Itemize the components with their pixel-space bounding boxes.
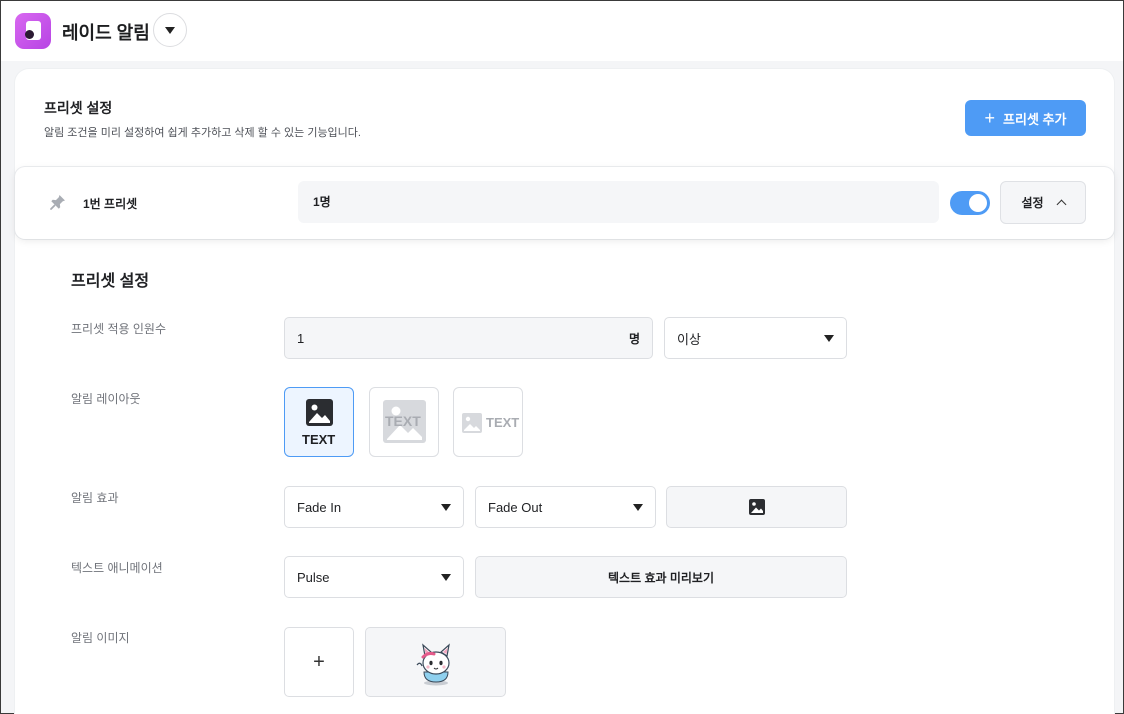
caret-down-icon xyxy=(633,503,643,511)
effect-in-select[interactable]: Fade In xyxy=(284,486,464,528)
add-preset-button[interactable]: + 프리셋 추가 xyxy=(965,100,1086,136)
layout-option-text-over-image[interactable]: TEXT xyxy=(369,387,439,457)
text-animation-label: 텍스트 애니메이션 xyxy=(71,561,163,575)
layout-option-image-above-text[interactable]: TEXT xyxy=(284,387,354,457)
app-header: 레이드 알림 xyxy=(1,1,1123,61)
pin-icon[interactable] xyxy=(49,193,67,211)
count-input[interactable]: 1 명 xyxy=(284,317,653,359)
comparator-select[interactable]: 이상 xyxy=(664,317,847,359)
layout-option-text: TEXT xyxy=(385,413,421,429)
cat-mascot-image xyxy=(416,643,450,686)
alert-image-thumbnail[interactable] xyxy=(365,627,506,697)
text-animation-value: Pulse xyxy=(297,569,330,585)
count-label: 프리셋 적용 인원수 xyxy=(71,322,166,336)
preset-enabled-toggle[interactable] xyxy=(950,191,990,215)
layout-option-image-beside-text[interactable]: TEXT xyxy=(453,387,523,457)
effect-preview-button[interactable] xyxy=(666,486,847,528)
text-animation-select[interactable]: Pulse xyxy=(284,556,464,598)
user-card-icon xyxy=(15,13,51,49)
caret-down-icon xyxy=(441,573,451,581)
caret-down-icon xyxy=(441,503,451,511)
text-effect-preview-button[interactable]: 텍스트 효과 미리보기 xyxy=(475,556,847,598)
section-description: 알림 조건을 미리 설정하여 쉽게 추가하고 삭제 할 수 있는 기능입니다. xyxy=(44,127,361,139)
count-value: 1 xyxy=(297,330,305,346)
image-icon xyxy=(462,413,482,433)
count-unit: 명 xyxy=(628,331,640,346)
caret-down-icon xyxy=(165,26,175,34)
preset-name: 1번 프리셋 xyxy=(83,197,138,211)
preset-count-summary: 1명 xyxy=(298,181,939,223)
layout-option-text: TEXT xyxy=(486,415,520,430)
preset-settings-card: 프리셋 설정 알림 조건을 미리 설정하여 쉽게 추가하고 삭제 할 수 있는 … xyxy=(15,69,1114,714)
caret-down-icon xyxy=(824,334,834,342)
effect-in-value: Fade In xyxy=(297,499,342,515)
image-preview-icon xyxy=(748,499,765,515)
image-icon xyxy=(306,399,333,426)
section-title: 프리셋 설정 xyxy=(44,100,113,116)
layout-label: 알림 레이아웃 xyxy=(71,392,141,406)
form-title: 프리셋 설정 xyxy=(71,273,150,290)
plus-icon: + xyxy=(984,108,996,128)
add-image-button[interactable]: + xyxy=(284,627,354,697)
effect-out-select[interactable]: Fade Out xyxy=(475,486,656,528)
preset-settings-button[interactable]: 설정 xyxy=(1000,181,1086,224)
comparator-value: 이상 xyxy=(677,331,701,347)
app-title: 레이드 알림 xyxy=(62,23,150,43)
toggle-knob xyxy=(969,194,987,212)
add-preset-label: 프리셋 추가 xyxy=(1003,111,1067,127)
effect-out-value: Fade Out xyxy=(488,499,543,515)
effect-label: 알림 효과 xyxy=(71,491,119,505)
preset-row: 1번 프리셋 1명 설정 xyxy=(15,167,1114,239)
layout-option-text: TEXT xyxy=(302,432,336,447)
chevron-up-icon xyxy=(1056,199,1066,210)
app-menu-dropdown-button[interactable] xyxy=(153,13,187,47)
plus-icon: + xyxy=(313,650,325,673)
settings-label: 설정 xyxy=(1021,196,1044,210)
image-label: 알림 이미지 xyxy=(71,631,130,645)
